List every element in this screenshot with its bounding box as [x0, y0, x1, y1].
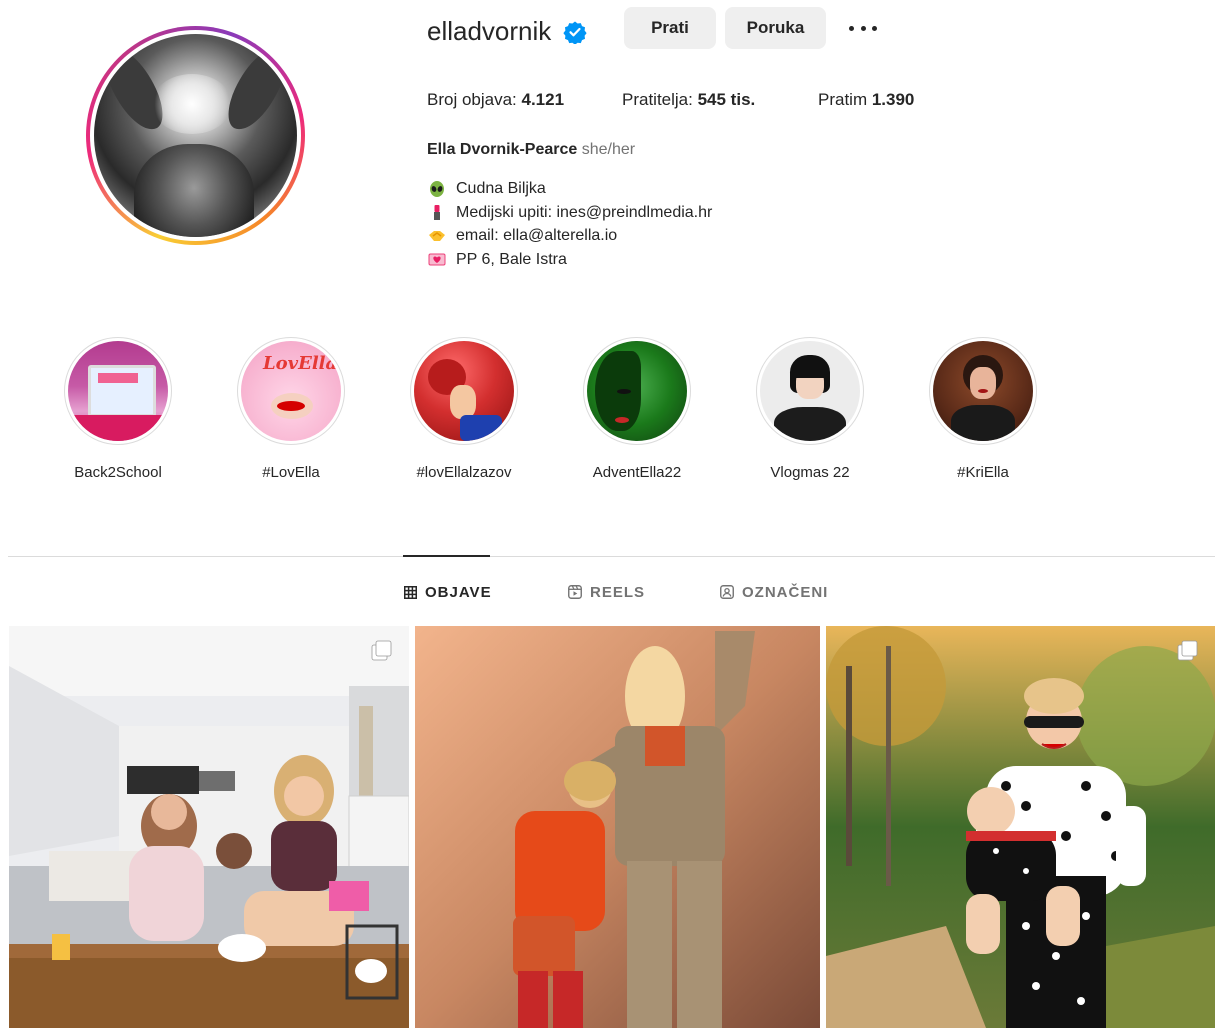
profile-username: elladvornik	[427, 16, 552, 46]
tagged-icon	[720, 585, 734, 599]
follow-button[interactable]: Prati	[624, 7, 716, 49]
highlight-cover	[933, 341, 1033, 441]
reels-icon	[568, 585, 582, 599]
followers-count[interactable]: Pratitelja: 545 tis.	[622, 89, 755, 111]
highlight-cover	[760, 341, 860, 441]
alien-icon	[430, 180, 444, 197]
bio-line: PP 6, Bale Istra	[428, 248, 712, 272]
highlight-cover	[587, 341, 687, 441]
profile-name-row: Ella Dvornik-Pearce she/her	[427, 139, 635, 161]
highlight-cover	[414, 341, 514, 441]
tab-tagged[interactable]: OZNAČENI	[720, 582, 828, 602]
highlight-cover: LovElla	[241, 341, 341, 441]
carousel-icon	[371, 640, 392, 661]
lipstick-icon	[434, 205, 440, 221]
post-thumbnail[interactable]	[826, 626, 1215, 1028]
following-count[interactable]: Pratim 1.390	[818, 89, 914, 111]
more-options-icon[interactable]	[846, 16, 880, 40]
highlight-adventella22[interactable]: AdventElla22	[555, 337, 715, 487]
post-image	[415, 626, 820, 1028]
profile-pronouns: she/her	[581, 141, 636, 158]
tab-reels[interactable]: REELS	[568, 582, 645, 602]
highlight-vlogmas22[interactable]: Vlogmas 22	[728, 337, 888, 487]
highlight-cover	[68, 341, 168, 441]
highlight-lovellaizazov[interactable]: #lovEllalzazov	[382, 337, 542, 487]
bio-line: email: ella@alterella.io	[428, 224, 712, 248]
carousel-icon	[1177, 640, 1198, 661]
highlight-back2school[interactable]: Back2School	[36, 337, 196, 487]
active-tab-indicator	[403, 555, 490, 557]
highlight-lovella[interactable]: LovElla #LovElla	[209, 337, 369, 487]
profile-full-name: Ella Dvornik-Pearce	[427, 141, 578, 158]
profile-avatar-ring[interactable]	[86, 26, 305, 245]
grid-icon	[404, 585, 417, 599]
tabs-divider	[8, 556, 1215, 557]
posts-count: Broj objava: 4.121	[427, 90, 565, 109]
verified-badge-icon	[563, 21, 587, 44]
post-thumbnail[interactable]	[415, 626, 820, 1028]
profile-bio: Cudna Biljka Medijski upiti: ines@preind…	[428, 177, 712, 271]
bio-line: Medijski upiti: ines@preindlmedia.hr	[428, 201, 712, 225]
tab-posts[interactable]: OBJAVE	[404, 582, 492, 602]
highlight-kriella[interactable]: #KriElla	[901, 337, 1061, 487]
post-image	[826, 626, 1215, 1028]
bio-line: Cudna Biljka	[428, 177, 712, 201]
profile-avatar[interactable]	[94, 34, 297, 237]
handshake-icon	[429, 230, 445, 241]
post-thumbnail[interactable]	[9, 626, 409, 1028]
message-button[interactable]: Poruka	[725, 7, 826, 49]
post-image	[9, 626, 409, 1028]
heart-letter-icon	[428, 253, 446, 266]
